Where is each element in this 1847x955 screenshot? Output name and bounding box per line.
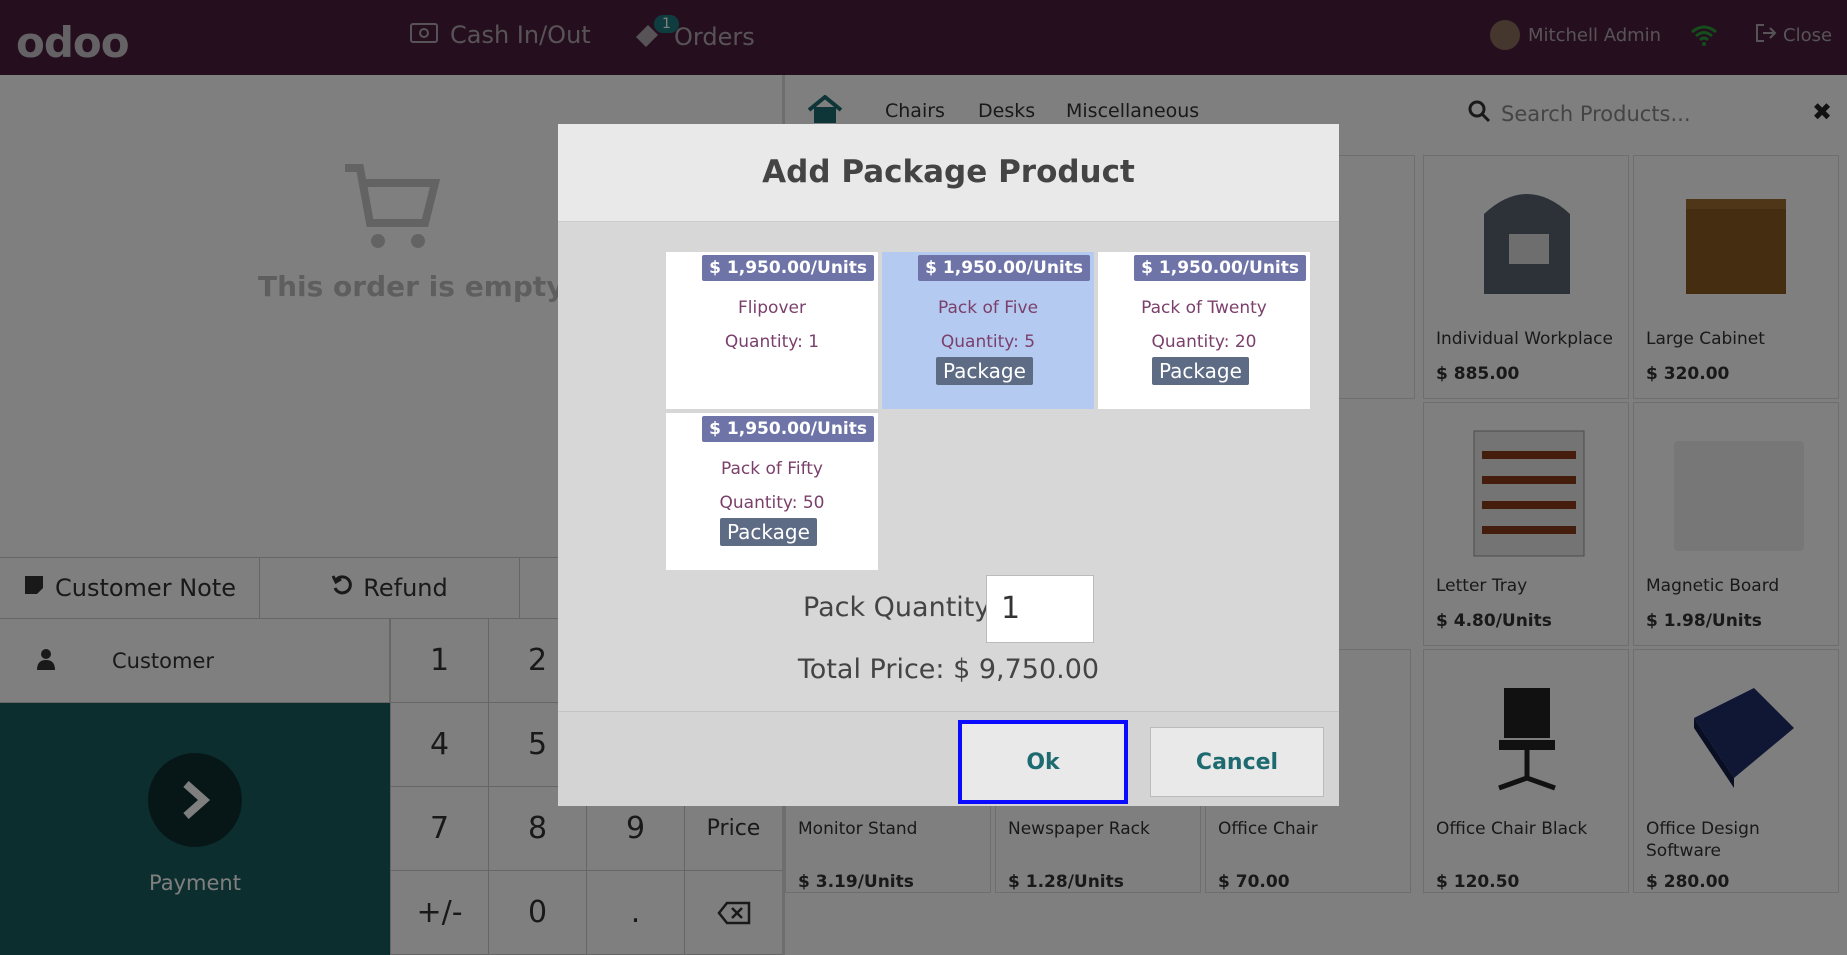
- package-quantity: Quantity: 5: [940, 332, 1036, 352]
- add-package-dialog: Add Package Product $ 1,950.00/Units Fli…: [558, 124, 1339, 806]
- package-badge: Package: [1152, 357, 1249, 385]
- package-badge: Package: [720, 518, 817, 546]
- package-option-pack-of-twenty[interactable]: $ 1,950.00/Units Pack of Twenty Quantity…: [1098, 252, 1310, 409]
- ok-button[interactable]: Ok: [958, 720, 1128, 804]
- package-name: Pack of Fifty: [721, 459, 823, 479]
- pack-quantity-label: Pack Quantity:: [803, 592, 998, 623]
- total-price: Total Price: $ 9,750.00: [797, 654, 1100, 685]
- package-quantity: Quantity: 50: [719, 493, 825, 513]
- price-tag: $ 1,950.00/Units: [702, 416, 874, 442]
- pack-quantity-input[interactable]: 1: [986, 575, 1094, 643]
- package-badge: Package: [936, 357, 1033, 385]
- cancel-button[interactable]: Cancel: [1150, 727, 1324, 797]
- package-option-flipover[interactable]: $ 1,950.00/Units Flipover Quantity: 1: [666, 252, 878, 409]
- price-tag: $ 1,950.00/Units: [702, 255, 874, 281]
- dialog-title: Add Package Product: [762, 154, 1135, 190]
- package-option-pack-of-five[interactable]: $ 1,950.00/Units Pack of Five Quantity: …: [882, 252, 1094, 409]
- price-tag: $ 1,950.00/Units: [1134, 255, 1306, 281]
- package-option-pack-of-fifty[interactable]: $ 1,950.00/Units Pack of Fifty Quantity:…: [666, 413, 878, 570]
- package-name: Pack of Five: [937, 298, 1039, 318]
- package-name: Flipover: [738, 298, 806, 318]
- dialog-footer: Ok Cancel: [558, 711, 1339, 806]
- package-quantity: Quantity: 1: [724, 332, 820, 352]
- dialog-header: Add Package Product: [558, 124, 1339, 222]
- package-quantity: Quantity: 20: [1151, 332, 1257, 352]
- price-tag: $ 1,950.00/Units: [918, 255, 1090, 281]
- package-name: Pack of Twenty: [1141, 298, 1267, 318]
